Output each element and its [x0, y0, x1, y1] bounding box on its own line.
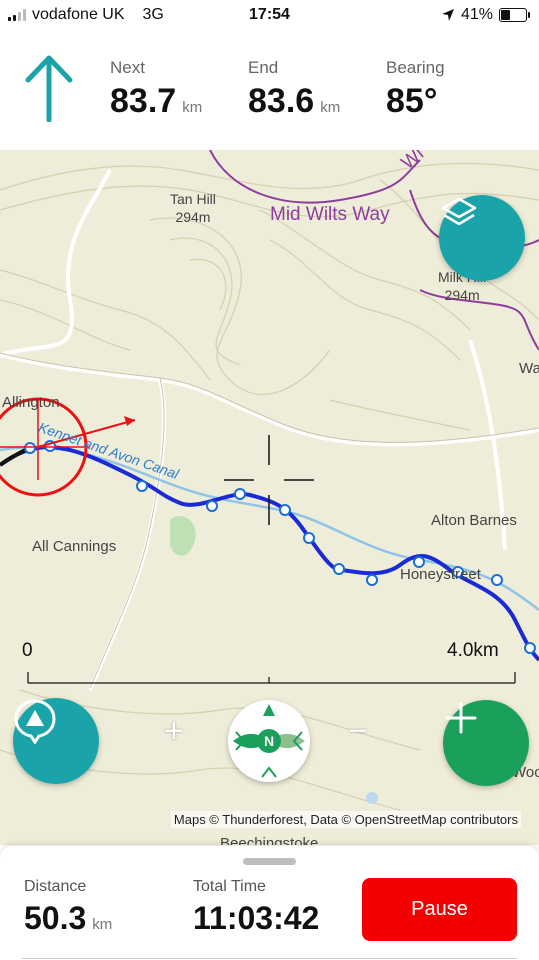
tracking-panel: Distance 50.3 km Total Time 11:03:42 Paus… — [0, 846, 539, 960]
next-stat: Next 83.7 km — [110, 58, 202, 121]
total-time-stat: Total Time 11:03:42 — [193, 878, 319, 937]
tan-hill-height: 294m — [175, 209, 211, 225]
plus-icon — [445, 702, 477, 734]
compass-button[interactable]: N — [228, 700, 310, 782]
water — [366, 792, 378, 804]
map-label-alton-barnes: Alton Barnes — [431, 512, 517, 529]
bearing-label: Bearing — [386, 58, 445, 77]
end-stat: End 83.6 km — [248, 58, 340, 121]
location-pin-icon — [14, 699, 56, 744]
map-label-tan-hill: Tan Hill 294m — [170, 190, 216, 226]
zoom-out-button[interactable]: − — [348, 714, 368, 748]
distance-number: 50.3 — [24, 900, 87, 936]
location-arrow-icon — [441, 9, 454, 21]
end-value: 83.6 km — [248, 82, 340, 121]
drag-handle[interactable] — [243, 858, 296, 865]
map-label-mid-wilts-way: Mid Wilts Way — [270, 204, 390, 225]
map-label-all-cannings: All Cannings — [32, 538, 117, 555]
layers-icon — [441, 197, 477, 226]
status-right: 41% — [441, 6, 530, 24]
milk-hill-height: 294m — [444, 287, 480, 303]
direction-arrow-icon — [25, 55, 73, 122]
distance-value: 50.3 km — [24, 900, 112, 937]
next-value: 83.7 km — [110, 82, 202, 121]
compass-n-label: N — [264, 733, 274, 749]
next-label: Next — [110, 58, 145, 77]
end-label: End — [248, 58, 279, 77]
pause-button[interactable]: Pause — [362, 878, 517, 941]
bearing-value: 85° — [386, 82, 438, 120]
distance-stat: Distance 50.3 km — [24, 878, 112, 937]
navigation-header: Next 83.7 km End 83.6 km Bearing 85° — [0, 32, 539, 150]
map-crosshair — [224, 435, 314, 525]
map-label-wa: Wa — [519, 360, 539, 377]
layers-button[interactable] — [439, 195, 525, 281]
map-label-honeystreet: Honeystreet — [400, 566, 481, 583]
scale-start-label: 0 — [22, 640, 33, 661]
recenter-location-button[interactable] — [13, 698, 99, 784]
woodland — [170, 516, 196, 556]
battery-percent: 41% — [460, 6, 493, 23]
tan-hill-name: Tan Hill — [170, 191, 216, 207]
map-label-beechingstoke: Beechingstoke — [220, 835, 319, 845]
next-unit: km — [182, 99, 203, 116]
next-distance: 83.7 — [110, 82, 177, 120]
map-label-allington: Allington — [2, 394, 60, 411]
compass-icon: N — [233, 704, 305, 778]
distance-unit: km — [92, 916, 113, 933]
map-view[interactable]: Tan Hill 294m Mid Wilts Way Milk Hill 294m… — [0, 150, 539, 845]
bearing-stat: Bearing 85° — [386, 58, 445, 121]
scale-end-label: 4.0km — [447, 640, 499, 661]
scale-bar — [27, 672, 516, 684]
total-time-label: Total Time — [193, 878, 266, 895]
status-bar: vodafone UK 3G 17:54 41% — [0, 0, 539, 32]
zoom-in-button[interactable]: + — [164, 714, 184, 748]
map-attribution[interactable]: Maps © Thunderforest, Data © OpenStreetM… — [170, 811, 521, 828]
end-distance: 83.6 — [248, 82, 315, 120]
total-time-value: 11:03:42 — [193, 900, 320, 936]
add-waypoint-button[interactable] — [443, 700, 529, 786]
battery-icon — [499, 8, 530, 22]
end-unit: km — [320, 99, 341, 116]
divider — [22, 958, 517, 959]
distance-label: Distance — [24, 878, 87, 895]
